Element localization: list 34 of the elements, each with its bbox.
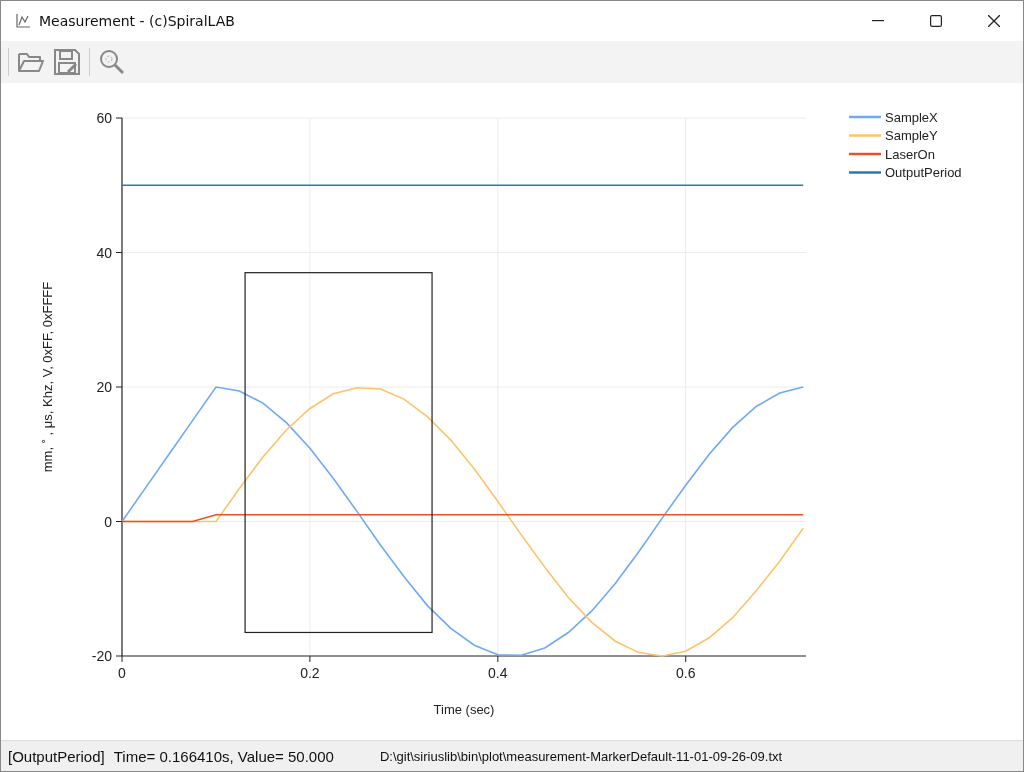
maximize-icon [930, 15, 942, 27]
window-title: Measurement - (c)SpiralLAB [39, 13, 236, 29]
y-tick-mark [115, 386, 123, 388]
x-tick-mark [121, 655, 123, 663]
close-icon [988, 15, 1000, 27]
x-tick-label: 0.4 [488, 665, 508, 681]
legend-label: SampleY [885, 128, 938, 143]
search-icon [99, 49, 125, 75]
y-tick-label: 0 [104, 513, 112, 530]
x-tick-label: 0.6 [676, 665, 696, 681]
legend-label: LaserOn [885, 146, 935, 162]
y-tick-label: 60 [96, 110, 112, 126]
x-tick-mark [497, 655, 499, 663]
file-path: D:\git\siriuslib\bin\plot\measurement-MarkerDefault-11-01-09-26-09.txt [379, 748, 783, 764]
x-axis-title: Time (sec) [433, 702, 495, 717]
y-axis-title: mm, ˚ , μs, Khz, V, 0xFF, 0xFFFF [40, 281, 55, 473]
x-tick-label: 0 [118, 665, 126, 681]
x-tick-mark [685, 655, 687, 663]
chart-app-icon [15, 13, 31, 29]
legend-label: SampleX [885, 109, 938, 125]
cursor-reading: Time= 0.166410s, Value= 50.000 [113, 747, 334, 765]
legend-label: OutputPeriod [885, 165, 962, 180]
y-tick-mark [115, 117, 123, 119]
x-tick-mark [309, 655, 311, 663]
series-name: [OutputPeriod] [8, 747, 105, 765]
y-tick-mark [115, 252, 123, 253]
y-tick-label: 40 [96, 244, 112, 261]
folder-icon [18, 51, 44, 73]
y-tick-mark [115, 521, 123, 522]
y-tick-mark [115, 655, 123, 657]
y-tick-label: -20 [91, 648, 112, 664]
y-tick-label: 20 [96, 379, 112, 395]
x-tick-label: 0.2 [300, 665, 320, 681]
minimize-icon [872, 20, 884, 22]
